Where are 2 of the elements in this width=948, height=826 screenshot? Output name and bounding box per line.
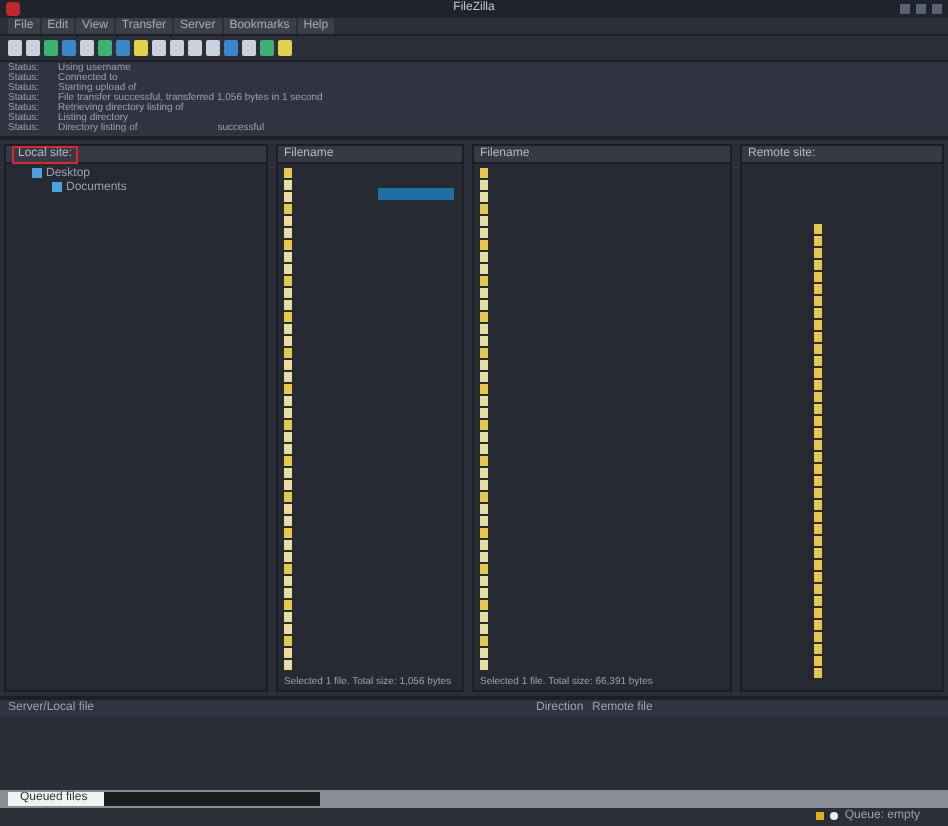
tab[interactable] bbox=[104, 791, 320, 806]
selected-row[interactable] bbox=[378, 187, 454, 200]
